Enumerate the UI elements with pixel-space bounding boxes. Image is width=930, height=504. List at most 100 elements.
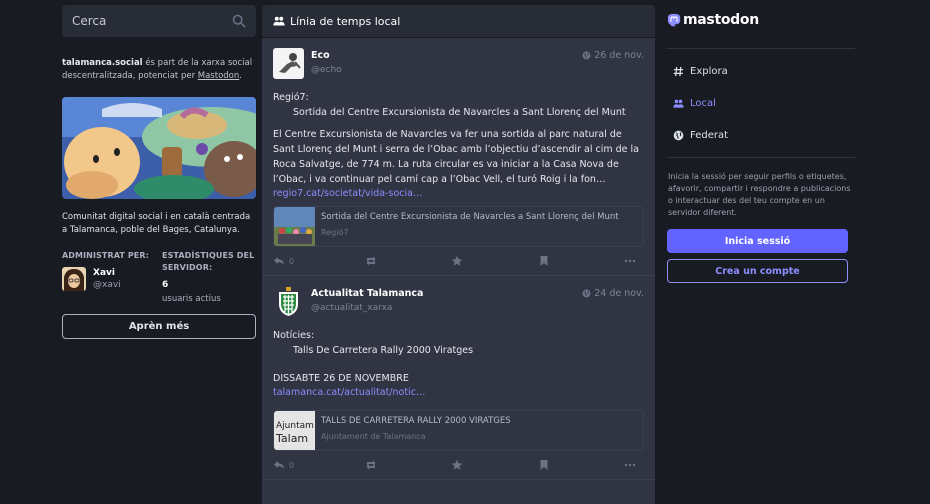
globe-icon [673, 130, 684, 140]
card-provider: Ajuntament de Talamanca [321, 432, 426, 441]
card-thumbnail: AjuntamTalam [274, 411, 315, 450]
status-avatar[interactable] [273, 48, 304, 79]
search-input[interactable] [72, 14, 232, 28]
timeline-header[interactable]: Línia de temps local [262, 5, 655, 37]
admin-avatar[interactable] [62, 267, 86, 291]
bookmark-icon [540, 460, 547, 470]
server-domain: talamanca.social [62, 58, 143, 68]
card-title: Sortida del Centre Excursionista de Nava… [321, 212, 619, 222]
reply-button[interactable]: 0 [273, 459, 294, 471]
status-body: El Centre Excursionista de Navarcles va … [273, 129, 639, 185]
timeline-title: Línia de temps local [290, 14, 401, 28]
create-account-button[interactable]: Crea un compte [667, 259, 848, 283]
divider [667, 157, 855, 158]
star-icon [451, 459, 463, 470]
globe-icon [582, 51, 591, 60]
reply-count: 0 [289, 256, 295, 266]
status-timestamp[interactable]: 26 de nov. [582, 50, 644, 61]
search-box[interactable] [62, 5, 256, 37]
card-provider: Regió7 [321, 228, 349, 237]
status-time-text: 24 de nov. [594, 288, 644, 299]
mastodon-link[interactable]: Mastodon [198, 71, 240, 81]
card-thumbnail [274, 207, 315, 246]
server-hero-image [62, 97, 256, 199]
status-line-2: Talls De Carretera Rally 2000 Viratges [293, 345, 474, 356]
favourite-button[interactable] [451, 459, 467, 471]
boost-button[interactable] [365, 255, 381, 267]
nav-explore-label: Explora [690, 65, 728, 77]
more-button[interactable] [624, 459, 640, 471]
admin-account[interactable]: Xavi @xavi [62, 267, 162, 291]
link-preview-card[interactable]: Sortida del Centre Excursionista de Nava… [273, 206, 644, 247]
link-preview-card[interactable]: Ajuntam Talam TALLS DE CARRETERA RALLY 20… [273, 410, 644, 451]
status-account: @echo [311, 65, 342, 75]
status-time-text: 26 de nov. [594, 50, 644, 61]
status-display-name[interactable]: Eco [311, 49, 582, 62]
favourite-button[interactable] [451, 255, 467, 267]
boost-button[interactable] [365, 459, 381, 471]
logo-text: mastodon [683, 12, 759, 28]
status-line-2: Sortida del Centre Excursionista de Nava… [293, 107, 626, 118]
admin-heading: ADMINISTRAT PER: [62, 251, 149, 260]
bookmark-icon [540, 256, 547, 266]
status-link[interactable]: talamanca.cat/actualitat/notic… [273, 386, 644, 399]
right-sidebar: mastodon Explora Local Federat Inicia la… [667, 5, 855, 283]
more-button[interactable] [624, 255, 640, 267]
status-content: Regió7: Sortida del Centre Excursionista … [273, 90, 644, 187]
stats-section: ESTADÍSTIQUES DEL SERVIDOR: 6 usuaris ac… [162, 250, 256, 305]
users-icon [673, 99, 684, 108]
status-timestamp[interactable]: 24 de nov. [582, 288, 644, 299]
bookmark-button[interactable] [538, 255, 554, 267]
left-sidebar: talamanca.social és part de la xarxa soc… [62, 5, 256, 339]
status-display-name[interactable]: Actualitat Talamanca [311, 287, 582, 300]
status-actions: 0 [273, 451, 644, 479]
timeline-feed: Eco @echo 26 de nov. Regió7: Sortida del … [262, 38, 655, 504]
server-about: talamanca.social és part de la xarxa soc… [62, 57, 256, 83]
server-about-end: . [239, 71, 242, 81]
ellipsis-icon [624, 259, 636, 263]
reply-count: 0 [289, 460, 295, 470]
mastodon-logo-icon [667, 13, 681, 27]
ellipsis-icon [624, 463, 636, 467]
nav-explore[interactable]: Explora [667, 55, 855, 87]
search-icon[interactable] [232, 14, 246, 28]
login-button[interactable]: Inicia sessió [667, 229, 848, 253]
globe-icon [582, 289, 591, 298]
status-actions: 0 [273, 247, 644, 275]
bookmark-button[interactable] [538, 459, 554, 471]
nav-federated-label: Federat [690, 129, 729, 141]
main-navigation: Explora Local Federat [667, 55, 855, 151]
boost-icon [366, 460, 376, 470]
status-item[interactable]: Eco @echo 26 de nov. Regió7: Sortida del … [262, 38, 655, 276]
reply-icon [274, 257, 284, 265]
divider [667, 48, 855, 49]
status-link[interactable]: regio7.cat/societat/vida-socia… [273, 187, 644, 200]
mastodon-logo[interactable]: mastodon [667, 5, 855, 35]
status-avatar[interactable] [273, 286, 304, 317]
active-users-label: usuaris actius [162, 294, 221, 304]
boost-icon [366, 256, 376, 266]
status-item[interactable]: Actualitat Talamanca @actualitat_xarxa 2… [262, 276, 655, 480]
star-icon [451, 255, 463, 266]
card-title: TALLS DE CARRETERA RALLY 2000 VIRATGES [321, 416, 511, 426]
stats-heading: ESTADÍSTIQUES DEL SERVIDOR: [162, 251, 255, 272]
status-line-1: Regió7: [273, 92, 309, 103]
card-thumb-text-2: Talam [275, 432, 308, 445]
timeline-column: Línia de temps local Eco @echo 26 de nov… [262, 5, 655, 504]
nav-local-label: Local [690, 97, 716, 109]
signin-prompt: Inicia la sessió per seguir perfils o et… [668, 172, 851, 217]
users-icon [273, 16, 285, 26]
nav-local[interactable]: Local [667, 87, 855, 119]
status-line-1: Notícies: [273, 330, 315, 341]
admin-section: ADMINISTRAT PER: Xavi @xavi [62, 250, 162, 305]
reply-button[interactable]: 0 [273, 255, 294, 267]
hashtag-icon [673, 66, 684, 76]
learn-more-button[interactable]: Aprèn més [62, 314, 256, 339]
reply-icon [274, 461, 284, 469]
active-users-count: 6 [162, 280, 169, 290]
status-account: @actualitat_xarxa [311, 303, 393, 313]
card-thumb-text-1: Ajuntam [276, 421, 314, 431]
nav-federated[interactable]: Federat [667, 119, 855, 151]
server-description: Comunitat digital social i en català cen… [62, 212, 251, 235]
status-content: Notícies: Talls De Carretera Rally 2000 V… [273, 328, 644, 386]
